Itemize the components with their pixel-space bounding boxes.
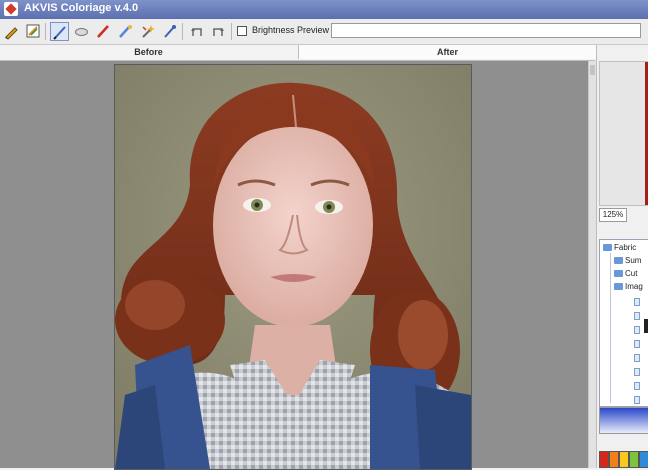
right-panel: 125% Fabric Sum Cut Imag xyxy=(596,45,648,468)
before-after-tabs: Before After xyxy=(0,45,597,61)
image-canvas[interactable] xyxy=(0,61,588,470)
layers-icon[interactable] xyxy=(24,22,43,41)
file-icon[interactable] xyxy=(634,312,640,320)
file-icon[interactable] xyxy=(634,326,640,334)
vertical-scrollbar[interactable] xyxy=(588,61,596,468)
color-swatch[interactable] xyxy=(629,451,639,468)
file-icon[interactable] xyxy=(634,354,640,362)
eraser-icon[interactable] xyxy=(72,22,91,41)
window-title: AKVIS Coloriage v.4.0 xyxy=(24,2,139,14)
tree-item-fabric[interactable]: Fabric xyxy=(603,243,636,252)
folder-icon xyxy=(614,283,623,291)
magic-wand-icon[interactable] xyxy=(138,22,157,41)
redo-icon[interactable] xyxy=(209,22,228,41)
color-swatch[interactable] xyxy=(609,451,619,468)
navigator-preview[interactable] xyxy=(599,61,648,206)
toolbar-text-field[interactable] xyxy=(331,23,641,38)
tree-item-imag[interactable]: Imag xyxy=(614,282,643,291)
brightness-preview-label: Brightness Preview xyxy=(252,25,330,35)
folder-icon xyxy=(614,257,623,265)
red-pencil-icon[interactable] xyxy=(94,22,113,41)
color-palette xyxy=(599,451,648,468)
tab-after[interactable]: After xyxy=(298,45,597,59)
file-icon[interactable] xyxy=(634,368,640,376)
color-brush-icon[interactable] xyxy=(116,22,135,41)
undo-icon[interactable] xyxy=(187,22,206,41)
folder-icon xyxy=(614,270,623,278)
color-swatch[interactable] xyxy=(639,451,648,468)
title-bar: AKVIS Coloriage v.4.0 xyxy=(0,0,648,19)
library-tree[interactable]: Fabric Sum Cut Imag xyxy=(599,239,648,407)
brush-icon[interactable] xyxy=(50,22,69,41)
brightness-gradient[interactable] xyxy=(599,407,648,434)
pipette-icon[interactable] xyxy=(160,22,179,41)
toolbar: Brightness Preview xyxy=(0,19,648,45)
file-icon[interactable] xyxy=(634,340,640,348)
pencil-icon[interactable] xyxy=(2,22,21,41)
brightness-preview-checkbox[interactable] xyxy=(237,26,247,36)
zoom-level[interactable]: 125% xyxy=(599,208,627,222)
tree-item-cut[interactable]: Cut xyxy=(614,269,637,278)
scrollbar-thumb[interactable] xyxy=(590,65,595,75)
color-swatch[interactable] xyxy=(619,451,629,468)
photo-portrait xyxy=(115,65,471,469)
folder-icon xyxy=(603,244,612,252)
file-icon[interactable] xyxy=(634,298,640,306)
colorized-photo xyxy=(114,64,472,470)
panel-side-button[interactable] xyxy=(644,319,648,333)
file-icon[interactable] xyxy=(634,396,640,404)
color-swatch[interactable] xyxy=(599,451,609,468)
tree-item-sum[interactable]: Sum xyxy=(614,256,641,265)
app-icon xyxy=(4,2,18,16)
file-icon[interactable] xyxy=(634,382,640,390)
tab-before[interactable]: Before xyxy=(0,45,297,59)
